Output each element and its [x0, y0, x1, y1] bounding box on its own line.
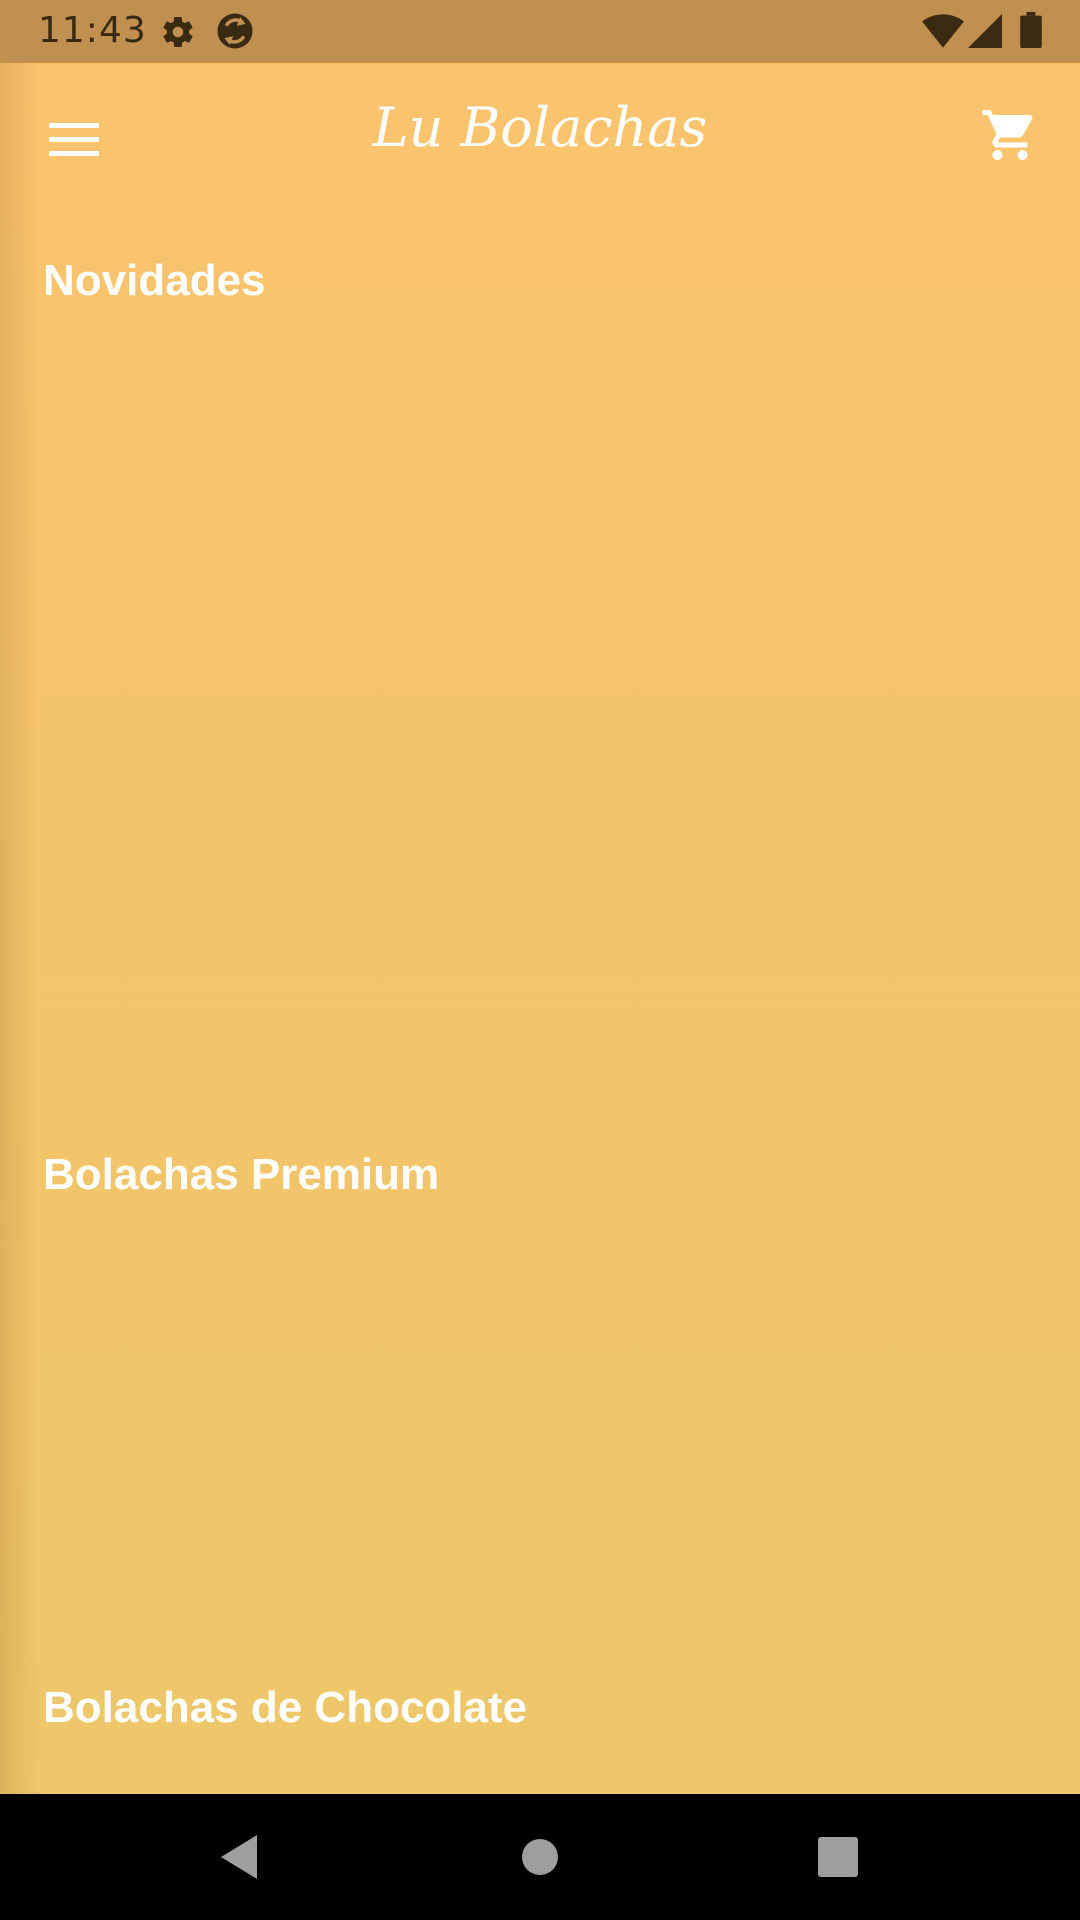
drawer-edge-shadow — [0, 63, 40, 1794]
app-screen: Lu Bolachas Novidades Bolachas Premium B… — [0, 63, 1080, 1794]
battery-icon — [1020, 12, 1042, 52]
section-title-bolachas-premium: Bolachas Premium — [43, 1150, 440, 1199]
home-icon — [508, 1839, 572, 1893]
app-bar: Lu Bolachas — [0, 63, 1080, 203]
app-title: Lu Bolachas — [372, 96, 708, 159]
home-button[interactable] — [508, 1825, 572, 1889]
gear-icon — [160, 14, 196, 54]
back-button[interactable] — [207, 1825, 271, 1889]
cart-icon — [980, 110, 1040, 169]
recents-icon — [806, 1837, 870, 1893]
recents-button[interactable] — [806, 1825, 870, 1889]
back-icon — [207, 1835, 271, 1893]
section-title-novidades: Novidades — [43, 256, 266, 305]
navigation-bar — [0, 1794, 1080, 1920]
status-bar: 11:43 — [0, 0, 1080, 63]
status-time: 11:43 — [38, 10, 147, 51]
section-title-bolachas-de-chocolate: Bolachas de Chocolate — [43, 1683, 528, 1732]
sync-icon — [214, 10, 256, 56]
signal-icon — [968, 14, 1002, 52]
cart-button[interactable] — [980, 105, 1048, 173]
wifi-icon — [922, 14, 964, 52]
